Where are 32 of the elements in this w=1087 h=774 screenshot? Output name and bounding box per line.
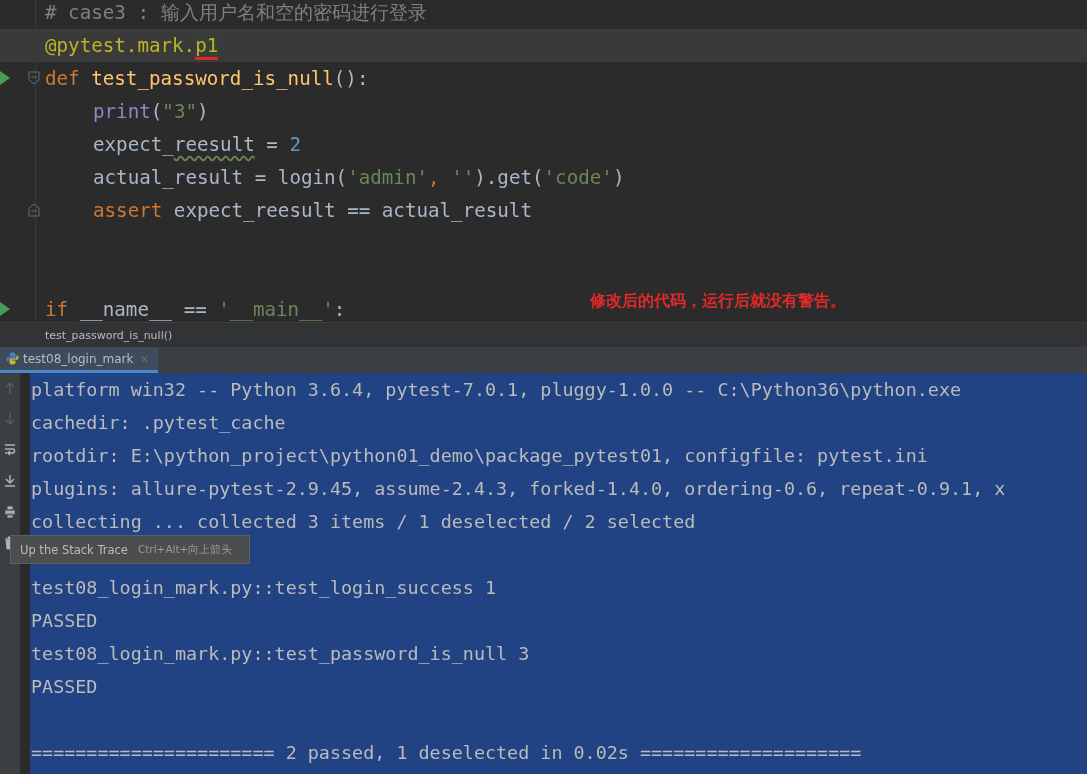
wrap-icon[interactable] [4, 443, 16, 457]
code-editor[interactable] [0, 0, 1087, 322]
python-icon [6, 352, 19, 365]
download-icon[interactable] [4, 474, 16, 488]
console-line: plugins: allure-pytest-2.9.45, assume-2.4.3, forked-1.4.0, ordering-0.6, repeat-0.9.1, x [31, 478, 1006, 499]
console-line: test08_login_mark.py::test_login_success 1 [31, 577, 497, 598]
tooltip-title: Up the Stack Trace [20, 542, 128, 557]
run-tab[interactable]: test08_login_mark × [0, 347, 158, 373]
console-line: rootdir: E:\python_project\python01_demo\package_pytest01, configfile: pytest.ini [31, 445, 928, 466]
run-icon[interactable] [0, 302, 10, 316]
console-line: collecting ... collected 3 items / 1 deselected / 2 selected [31, 511, 696, 532]
code-line: assert expect_reesult == actual_result [93, 199, 532, 222]
console-line: PASSED [31, 676, 98, 697]
breadcrumb[interactable]: test_password_is_null() [45, 328, 173, 342]
code-line: def test_password_is_null(): [45, 67, 369, 90]
shortcut-text: Ctrl+Alt+向上箭头 [137, 542, 233, 557]
code-line: print("3") [93, 100, 209, 123]
fold-icon[interactable] [28, 71, 40, 85]
code-line: actual_result = login('admin', '').get('code') [93, 166, 625, 189]
run-icon[interactable] [0, 71, 10, 85]
console-line: platform win32 -- Python 3.6.4, pytest-7.0.1, pluggy-1.0.0 -- C:\Python36\python.exe [31, 379, 962, 400]
code-line: @pytest.mark.p1 [45, 34, 219, 57]
code-line: expect_reesult = 2 [93, 133, 301, 156]
console-line: test08_login_mark.py::test_password_is_null 3 [31, 643, 530, 664]
console-line: ====================== 2 passed, 1 deselected in 0.02s ==================== [31, 742, 862, 763]
fold-icon[interactable] [28, 203, 40, 217]
code-line: if __name__ == '__main__': [45, 298, 346, 321]
console-line: cachedir: .pytest_cache [31, 412, 286, 433]
annotation-text: 修改后的代码，运行后就没有警告。 [590, 291, 846, 312]
code-line: # case3 : 输入用户名和空的密码进行登录 [45, 0, 427, 26]
console-line: PASSED [31, 610, 98, 631]
print-icon[interactable] [4, 505, 16, 519]
